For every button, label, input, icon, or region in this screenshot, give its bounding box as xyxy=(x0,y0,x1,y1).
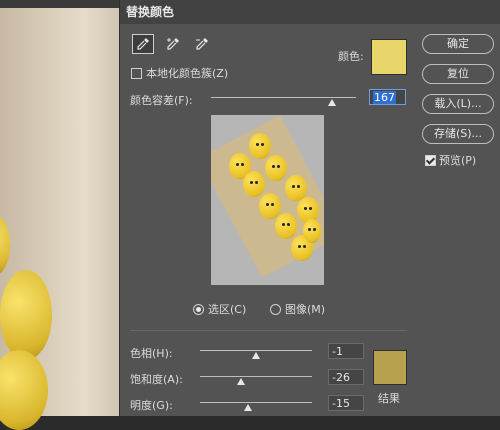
eyedropper-minus-icon xyxy=(196,38,208,50)
lightness-slider-thumb[interactable] xyxy=(244,404,252,411)
image-view-radio[interactable] xyxy=(270,304,281,315)
reset-button[interactable]: 复位 xyxy=(422,64,494,84)
color-label: 颜色: xyxy=(338,50,364,63)
selection-view-radio[interactable] xyxy=(193,304,204,315)
divider xyxy=(130,330,407,331)
result-color-swatch[interactable] xyxy=(373,350,407,385)
background-egg xyxy=(0,350,48,430)
preview-egg xyxy=(259,193,281,219)
preview-egg xyxy=(243,171,265,197)
localized-color-clusters-checkbox[interactable] xyxy=(131,68,142,79)
selected-color-swatch[interactable] xyxy=(371,39,407,75)
selection-view-label: 选区(C) xyxy=(208,303,247,316)
background-photo xyxy=(0,0,120,430)
saturation-input[interactable]: -26 xyxy=(328,369,364,385)
result-label: 结果 xyxy=(378,392,400,405)
save-button[interactable]: 存储(S)... xyxy=(422,124,494,144)
image-view-label: 图像(M) xyxy=(285,303,326,316)
hue-label: 色相(H): xyxy=(130,347,173,360)
lightness-label: 明度(G): xyxy=(130,399,173,412)
saturation-slider-thumb[interactable] xyxy=(237,378,245,385)
saturation-slider-track[interactable] xyxy=(200,376,312,377)
background-egg xyxy=(0,215,10,275)
lightness-input[interactable]: -15 xyxy=(328,395,364,411)
preview-egg xyxy=(303,219,321,243)
preview-egg xyxy=(275,213,297,239)
canvas-top-bar xyxy=(0,0,120,8)
fuzziness-input[interactable]: 167 xyxy=(369,89,406,105)
fuzziness-slider-thumb[interactable] xyxy=(328,99,337,106)
dialog-title: 替换颜色 xyxy=(120,0,500,24)
eyedropper-tool[interactable] xyxy=(132,34,154,54)
replace-color-dialog: 替换颜色 本地化颜色簇(Z) 颜色: 颜色容差(F): 167 选区(C) 图像… xyxy=(119,0,500,416)
hue-slider-thumb[interactable] xyxy=(252,352,260,359)
fuzziness-slider-track[interactable] xyxy=(211,97,356,98)
preview-checkbox[interactable] xyxy=(425,155,436,166)
preview-label: 预览(P) xyxy=(439,154,477,167)
eyedropper-minus-tool[interactable] xyxy=(191,34,213,54)
selection-preview xyxy=(211,115,324,285)
preview-egg xyxy=(249,133,271,159)
localized-color-clusters-label: 本地化颜色簇(Z) xyxy=(146,67,229,80)
fuzziness-value: 167 xyxy=(373,91,396,104)
eyedropper-icon xyxy=(137,38,149,50)
eyedropper-plus-icon xyxy=(167,38,179,50)
hue-input[interactable]: -1 xyxy=(328,343,364,359)
ok-button[interactable]: 确定 xyxy=(422,34,494,54)
background-egg xyxy=(0,270,52,360)
preview-egg xyxy=(265,155,287,181)
saturation-label: 饱和度(A): xyxy=(130,373,183,386)
fuzziness-label: 颜色容差(F): xyxy=(130,94,193,107)
eyedropper-plus-tool[interactable] xyxy=(162,34,184,54)
load-button[interactable]: 载入(L)... xyxy=(422,94,494,114)
lightness-slider-track[interactable] xyxy=(200,402,312,403)
hue-slider-track[interactable] xyxy=(200,350,312,351)
